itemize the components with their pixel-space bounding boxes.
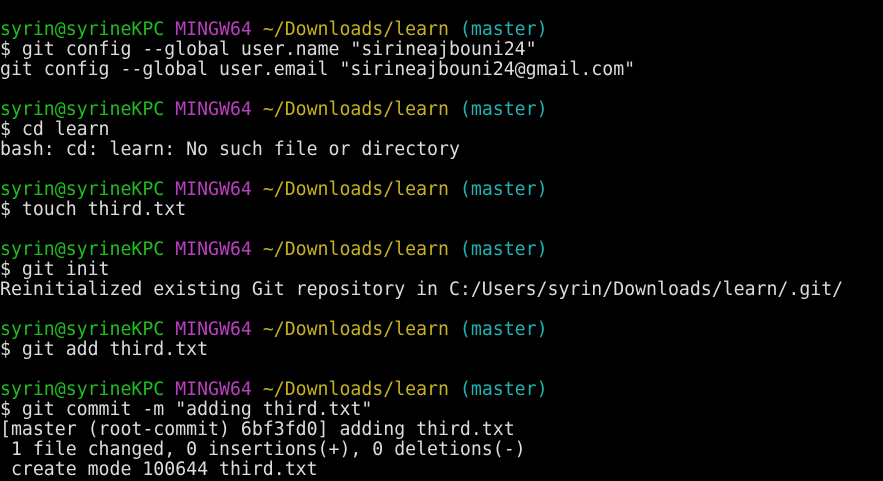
command-line: $ touch third.txt — [0, 200, 187, 220]
prompt-line: syrin@syrineKPC MINGW64 ~/Downloads/lear… — [0, 100, 883, 120]
command-line: $ git config --global user.name "sirinea… — [0, 40, 537, 60]
prompt-user-host: syrin@syrineKPC — [0, 20, 165, 40]
prompt-branch: (master) — [459, 240, 548, 260]
prompt-branch: (master) — [459, 100, 548, 120]
output-line: bash: cd: learn: No such file or directo… — [0, 140, 460, 160]
terminal-window[interactable]: syrin@syrineKPC MINGW64 ~/Downloads/lear… — [0, 0, 883, 481]
prompt-line: syrin@syrineKPC MINGW64 ~/Downloads/lear… — [0, 240, 883, 260]
prompt-shell: MINGW64 — [175, 100, 252, 120]
prompt-branch: (master) — [459, 180, 548, 200]
prompt-user-host: syrin@syrineKPC — [0, 100, 165, 120]
prompt-user-host: syrin@syrineKPC — [0, 320, 165, 340]
command-line: $ git commit -m "adding third.txt" — [0, 400, 373, 420]
prompt-path: ~/Downloads/learn — [262, 180, 449, 200]
prompt-shell: MINGW64 — [175, 320, 252, 340]
prompt-path: ~/Downloads/learn — [262, 240, 449, 260]
command-line: $ git init — [0, 260, 110, 280]
prompt-path: ~/Downloads/learn — [262, 320, 449, 340]
prompt-user-host: syrin@syrineKPC — [0, 380, 165, 400]
prompt-shell: MINGW64 — [175, 20, 252, 40]
prompt-branch: (master) — [459, 320, 548, 340]
output-line: create mode 100644 third.txt — [0, 460, 318, 480]
prompt-shell: MINGW64 — [175, 380, 252, 400]
prompt-line: syrin@syrineKPC MINGW64 ~/Downloads/lear… — [0, 20, 883, 40]
prompt-user-host: syrin@syrineKPC — [0, 180, 165, 200]
prompt-shell: MINGW64 — [175, 180, 252, 200]
output-line: Reinitialized existing Git repository in… — [0, 280, 844, 300]
prompt-shell: MINGW64 — [175, 240, 252, 260]
command-line: $ cd learn — [0, 120, 110, 140]
prompt-line: syrin@syrineKPC MINGW64 ~/Downloads/lear… — [0, 180, 883, 200]
output-line: 1 file changed, 0 insertions(+), 0 delet… — [0, 440, 526, 460]
prompt-path: ~/Downloads/learn — [262, 380, 449, 400]
output-line: git config --global user.email "sirineaj… — [0, 60, 636, 80]
command-line: $ git add third.txt — [0, 340, 209, 360]
prompt-branch: (master) — [459, 20, 548, 40]
prompt-line: syrin@syrineKPC MINGW64 ~/Downloads/lear… — [0, 380, 883, 400]
prompt-path: ~/Downloads/learn — [262, 20, 449, 40]
prompt-path: ~/Downloads/learn — [262, 100, 449, 120]
output-line: [master (root-commit) 6bf3fd0] adding th… — [0, 420, 515, 440]
prompt-user-host: syrin@syrineKPC — [0, 240, 165, 260]
prompt-line: syrin@syrineKPC MINGW64 ~/Downloads/lear… — [0, 320, 883, 340]
prompt-branch: (master) — [459, 380, 548, 400]
